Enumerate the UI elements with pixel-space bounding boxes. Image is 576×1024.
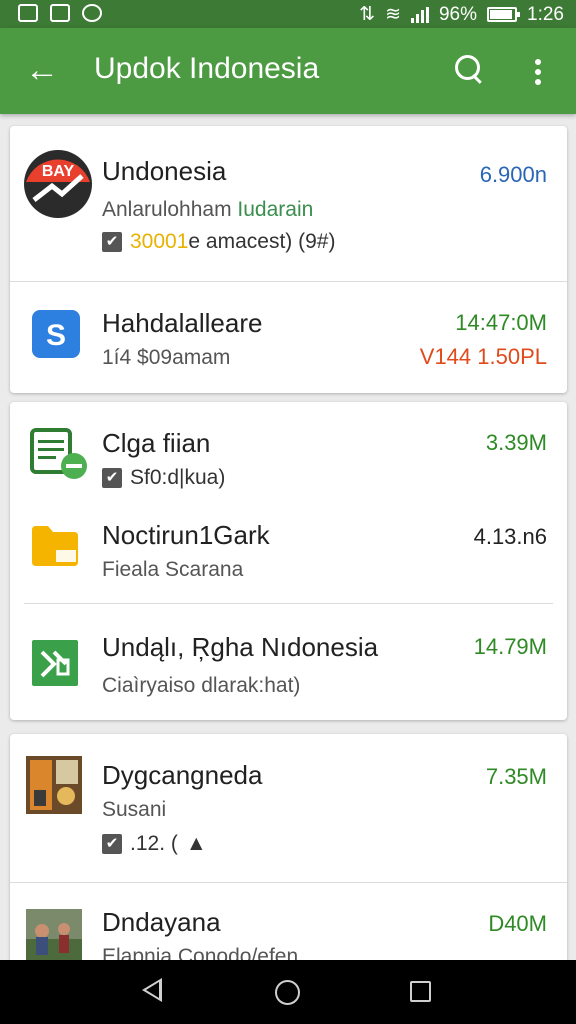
- item-name: Dndayana: [102, 907, 221, 937]
- checkbox-icon: ✔: [102, 468, 122, 488]
- checkbox-icon: ✔: [102, 834, 122, 854]
- list-item[interactable]: Undąlı, Ŗgha Nıdonesia Ciaìryaiso dlarak…: [10, 604, 567, 720]
- wifi-icon: ≋: [385, 4, 401, 25]
- sheet-app-icon: [30, 428, 87, 479]
- list-item[interactable]: BAY Undonesia Anlarulohham Iudarain ✔ 30…: [10, 126, 567, 281]
- item-size-secondary: V144 1.50PL: [419, 344, 547, 369]
- signal-icon: [410, 6, 429, 23]
- photo-thumbnail-icon: [26, 756, 82, 814]
- image-icon: [50, 4, 70, 22]
- list-item[interactable]: Noctirun1Gark Fieala Scarana 4.13.n6: [10, 502, 567, 602]
- status-bar: ⇅ ≋ 96% 1:26: [0, 0, 576, 28]
- item-name: Undonesia: [102, 156, 227, 186]
- list-item[interactable]: S Hahdalalleare 1í4 $09amam 14:47:0M V14…: [10, 282, 567, 393]
- item-size: 6.900n: [479, 162, 547, 187]
- page-title: Updok Indonesia: [94, 52, 320, 85]
- item-meta: ✔ 30001e amacest) (9#): [102, 230, 335, 254]
- status-right-icons: ⇅ ≋ 96% 1:26: [359, 3, 564, 26]
- screenshot-icon: [18, 4, 38, 22]
- item-name: Undąlı, Ŗgha Nıdonesia: [102, 632, 379, 662]
- svg-text:S: S: [46, 319, 66, 352]
- update-card-3: Dygcangneda Susani ✔ .12. ( ▲ 7.35M Dnda…: [10, 734, 567, 974]
- update-card-1: BAY Undonesia Anlarulohham Iudarain ✔ 30…: [10, 126, 567, 393]
- item-size: D40M: [488, 911, 547, 936]
- folder-icon: [32, 526, 78, 566]
- item-subtitle: Ciaìryaiso dlarak:hat): [102, 674, 301, 697]
- more-vert-icon[interactable]: [526, 52, 550, 92]
- arrow-up-icon: ▲: [185, 832, 207, 855]
- vibrate-icon: ⇅: [359, 4, 376, 25]
- sync-icon: [82, 4, 102, 22]
- nav-home-icon[interactable]: [275, 980, 300, 1005]
- item-size: 3.39M: [485, 430, 547, 455]
- item-subtitle: Anlarulohham Iudarain: [102, 198, 314, 221]
- nav-back-icon[interactable]: [142, 978, 162, 1002]
- item-name: Hahdalalleare: [102, 308, 263, 338]
- item-subtitle: 1í4 $09amam: [102, 346, 231, 369]
- update-card-2: Clga fiian ✔ Sf0:d|kua) 3.39M Noctirun1G…: [10, 402, 567, 720]
- search-icon[interactable]: [452, 52, 486, 86]
- back-arrow-icon[interactable]: ←: [22, 50, 62, 90]
- list-item[interactable]: Dygcangneda Susani ✔ .12. ( ▲ 7.35M: [10, 734, 567, 882]
- item-size: 4.13.n6: [473, 524, 547, 549]
- item-subtitle: Susani: [102, 798, 167, 821]
- navigation-bar: [0, 960, 576, 1024]
- item-name: Noctirun1Gark: [102, 520, 270, 550]
- battery-percent: 96%: [438, 3, 478, 25]
- item-size: 7.35M: [485, 764, 547, 789]
- item-name: Clga fiian: [102, 428, 211, 458]
- checkbox-icon: ✔: [102, 232, 122, 252]
- item-meta: ✔ Sf0:d|kua): [102, 466, 225, 490]
- item-meta: ✔ .12. ( ▲: [102, 832, 207, 856]
- app-bar: ← Updok Indonesia: [0, 28, 576, 114]
- item-subtitle: Fieala Scarana: [102, 558, 244, 581]
- photo-thumbnail-icon: [26, 909, 82, 961]
- svg-text:BAY: BAY: [42, 163, 75, 180]
- excel-app-icon: [32, 640, 78, 686]
- item-name: Dygcangneda: [102, 760, 263, 790]
- nav-recents-icon[interactable]: [410, 981, 431, 1002]
- list-item[interactable]: Clga fiian ✔ Sf0:d|kua) 3.39M: [10, 402, 567, 502]
- news-app-icon: BAY: [24, 150, 92, 218]
- status-left-icons: [18, 4, 102, 22]
- battery-icon: [487, 7, 521, 22]
- clock: 1:26: [527, 3, 564, 25]
- item-size: 14.79M: [473, 634, 547, 659]
- s-app-icon: S: [32, 310, 80, 358]
- item-size: 14:47:0M: [455, 310, 547, 335]
